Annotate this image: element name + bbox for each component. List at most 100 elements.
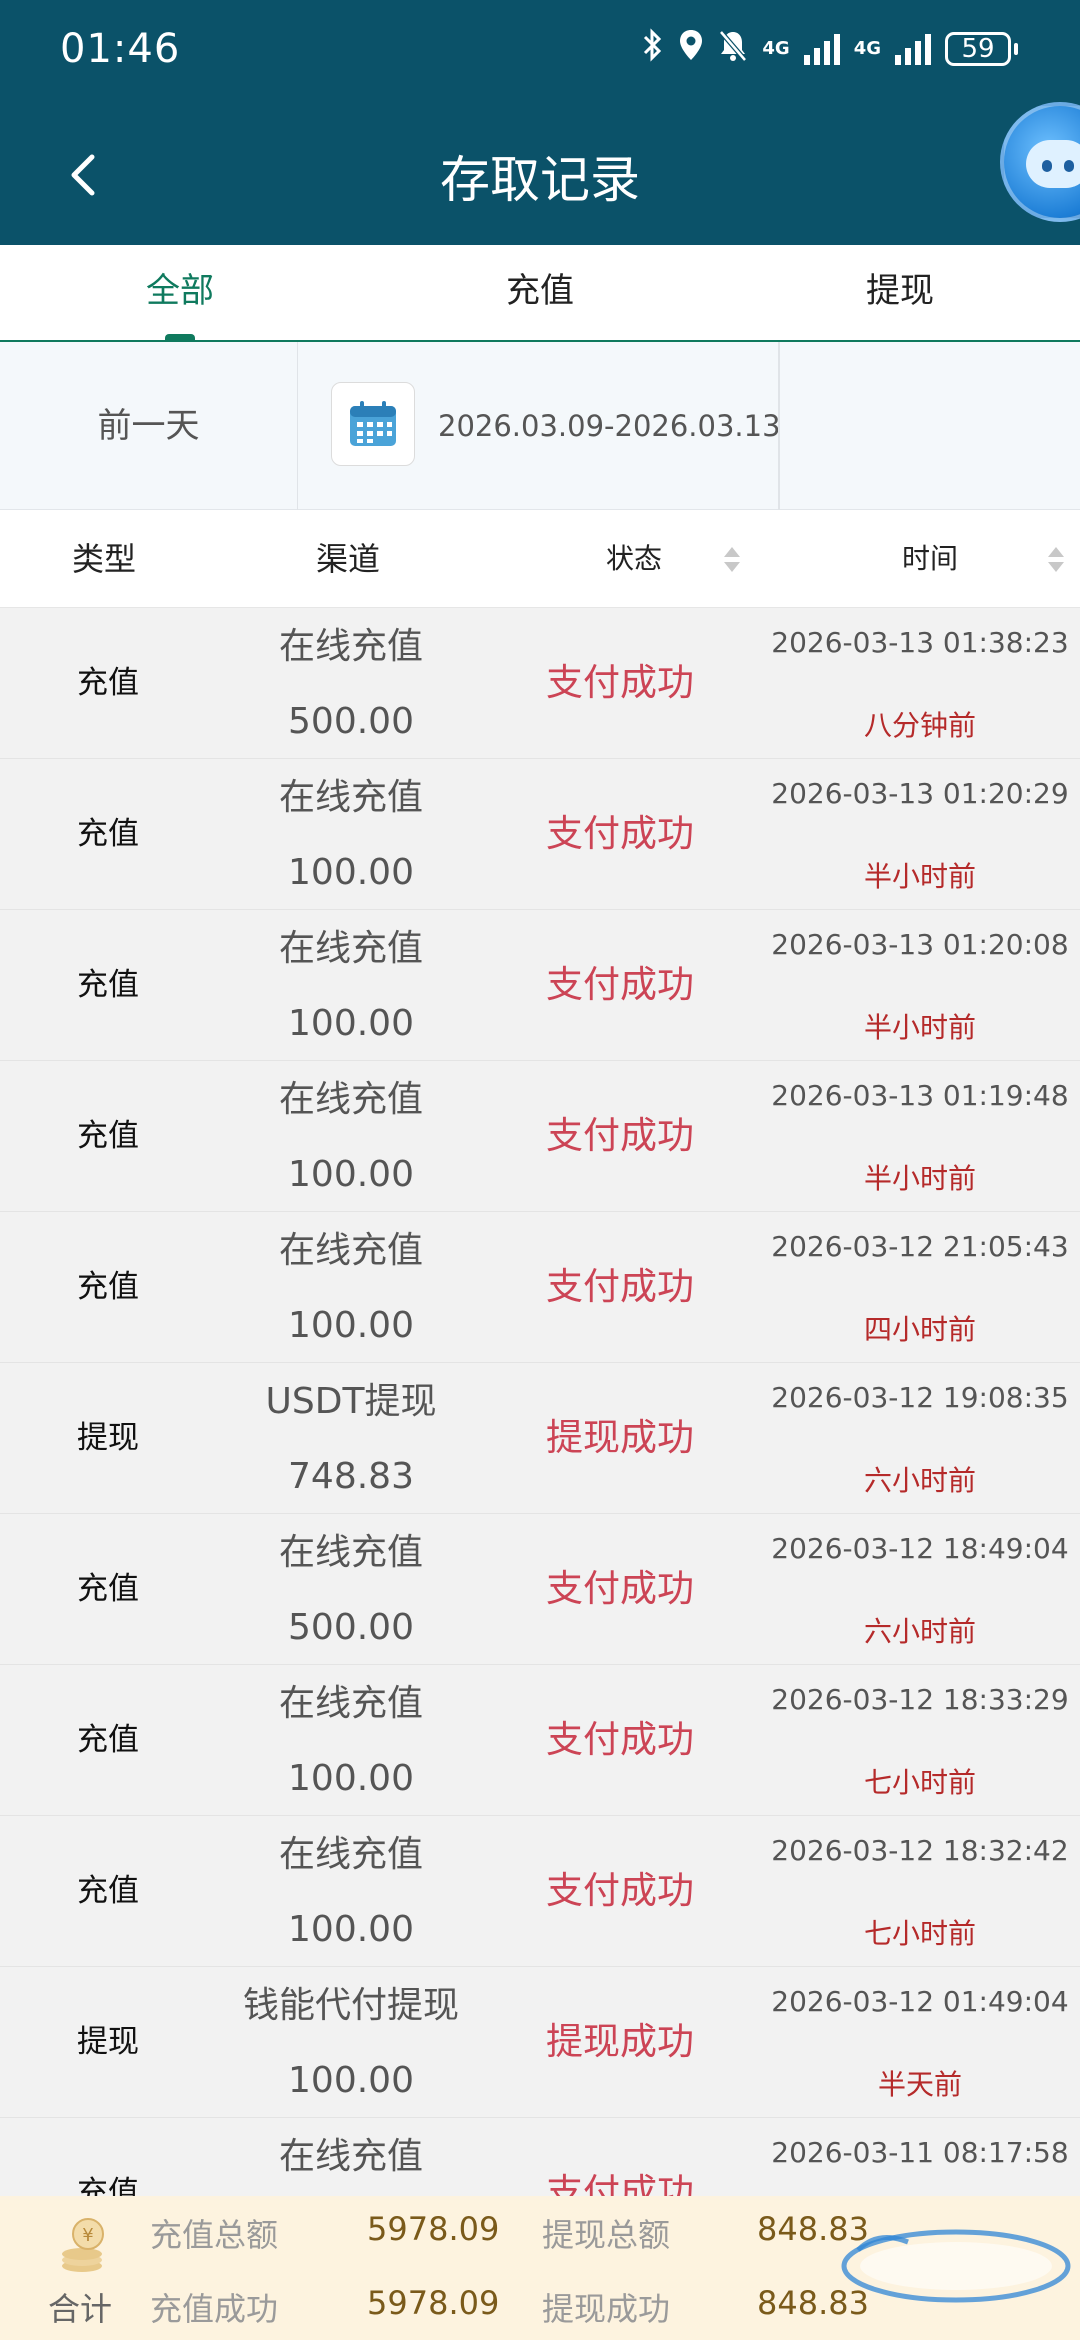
withdraw-total-label: 提现总额 xyxy=(542,2216,671,2254)
row-type: 提现 xyxy=(77,2024,139,2060)
calendar-button[interactable] xyxy=(331,382,415,466)
prev-day-button[interactable]: 前一天 xyxy=(0,342,298,510)
row-amount: 100.00 xyxy=(288,852,414,893)
network-type-2: 4G xyxy=(853,37,881,59)
status-time: 01:46 xyxy=(60,26,181,72)
row-type: 提现 xyxy=(77,1420,139,1456)
row-relative-time: 半小时前 xyxy=(863,1011,976,1044)
coins-icon: ¥ xyxy=(62,2218,104,2272)
column-channel: 渠道 xyxy=(316,540,381,578)
row-channel: 在线充值 xyxy=(278,1834,423,1875)
watermark-logo xyxy=(841,2229,1071,2303)
row-relative-time: 四小时前 xyxy=(863,1313,976,1346)
row-status: 支付成功 xyxy=(546,661,694,704)
filter-divider xyxy=(778,342,780,510)
row-status: 支付成功 xyxy=(546,963,694,1006)
location-icon xyxy=(678,28,704,69)
row-relative-time: 六小时前 xyxy=(863,1464,976,1497)
row-relative-time: 七小时前 xyxy=(863,1766,976,1799)
row-type: 充值 xyxy=(77,1118,139,1154)
column-type: 类型 xyxy=(72,540,137,578)
row-channel: 在线充值 xyxy=(278,928,423,969)
row-time: 2026-03-12 18:49:04 xyxy=(771,1532,1069,1565)
table-row[interactable]: 充值 在线充值 100.00 支付成功 2026-03-13 01:19:48 半小时前 xyxy=(0,1061,1080,1212)
svg-text:¥: ¥ xyxy=(82,2225,93,2246)
row-relative-time: 半小时前 xyxy=(863,1162,976,1195)
withdraw-success-label: 提现成功 xyxy=(542,2290,671,2328)
row-amount: 100.00 xyxy=(288,1305,414,1346)
row-relative-time: 八分钟前 xyxy=(863,709,976,742)
table-row[interactable]: 提现 钱能代付提现 100.00 提现成功 2026-03-12 01:49:04 半天前 xyxy=(0,1967,1080,2118)
row-time: 2026-03-12 18:33:29 xyxy=(771,1683,1069,1716)
column-time[interactable]: 时间 xyxy=(902,510,958,608)
date-filter: 前一天 2026.03.09-2026.03.13 xyxy=(0,342,1080,510)
row-amount: 500.00 xyxy=(288,701,414,742)
row-relative-time: 半小时前 xyxy=(863,860,976,893)
deposit-success-value: 5978.09 xyxy=(367,2284,500,2322)
time-sort-icon[interactable] xyxy=(1048,547,1064,573)
row-time: 2026-03-13 01:20:08 xyxy=(771,928,1069,961)
row-amount: 100.00 xyxy=(288,1154,414,1195)
tab-all[interactable]: 全部 xyxy=(0,245,360,342)
row-status: 支付成功 xyxy=(546,812,694,855)
calendar-icon xyxy=(350,401,396,446)
records-list: 充值 在线充值 500.00 支付成功 2026-03-13 01:38:23 八分钟前充… xyxy=(0,608,1080,2269)
tab-withdraw[interactable]: 提现 xyxy=(720,245,1080,340)
table-row[interactable]: 提现 USDT提现 748.83 提现成功 2026-03-12 19:08:35 六小时… xyxy=(0,1363,1080,1514)
row-type: 充值 xyxy=(77,1571,139,1607)
page-title: 存取记录 xyxy=(440,151,640,209)
row-relative-time: 七小时前 xyxy=(863,1917,976,1950)
table-row[interactable]: 充值 在线充值 100.00 支付成功 2026-03-12 18:32:42 七小时前 xyxy=(0,1816,1080,1967)
row-time: 2026-03-12 01:49:04 xyxy=(771,1985,1069,2018)
row-channel: 在线充值 xyxy=(278,1683,423,1724)
row-channel: 在线充值 xyxy=(278,1532,423,1573)
row-type: 充值 xyxy=(77,967,139,1003)
battery-icon: 59 xyxy=(945,31,1018,66)
row-type: 充值 xyxy=(77,1269,139,1305)
network-type-1: 4G xyxy=(762,37,790,59)
row-status: 提现成功 xyxy=(546,2020,694,2063)
row-status: 支付成功 xyxy=(546,1265,694,1308)
table-row[interactable]: 充值 在线充值 100.00 支付成功 2026-03-13 01:20:29 半小时前 xyxy=(0,759,1080,910)
table-row[interactable]: 充值 在线充值 100.00 支付成功 2026-03-12 18:33:29 七小时前 xyxy=(0,1665,1080,1816)
date-range-text[interactable]: 2026.03.09-2026.03.13 xyxy=(438,342,781,510)
tab-bar: 全部 充值 提现 xyxy=(0,245,1080,342)
row-channel: 在线充值 xyxy=(278,1079,423,1120)
table-row[interactable]: 充值 在线充值 100.00 支付成功 2026-03-13 01:20:08 半小时前 xyxy=(0,910,1080,1061)
row-channel: 在线充值 xyxy=(278,777,423,818)
tab-deposit[interactable]: 充值 xyxy=(360,245,720,340)
table-row[interactable]: 充值 在线充值 500.00 支付成功 2026-03-13 01:38:23 八分钟前 xyxy=(0,608,1080,759)
row-status: 支付成功 xyxy=(546,1567,694,1610)
row-time: 2026-03-13 01:20:29 xyxy=(771,777,1069,810)
signal-icon xyxy=(803,33,840,65)
row-time: 2026-03-13 01:38:23 xyxy=(771,626,1069,659)
row-amount: 100.00 xyxy=(288,1909,414,1950)
row-channel: 钱能代付提现 xyxy=(242,1985,459,2026)
row-status: 支付成功 xyxy=(546,1718,694,1761)
table-row[interactable]: 充值 在线充值 500.00 支付成功 2026-03-12 18:49:04 六小时前 xyxy=(0,1514,1080,1665)
app-header: 01:46 4G 4G 59 存取记录 xyxy=(0,0,1080,245)
row-relative-time: 六小时前 xyxy=(863,1615,976,1648)
bluetooth-icon xyxy=(642,28,664,69)
total-label: 合计 xyxy=(48,2290,113,2328)
status-bar: 01:46 4G 4G 59 xyxy=(0,0,1080,100)
row-channel: 在线充值 xyxy=(278,626,423,667)
column-status[interactable]: 状态 xyxy=(606,510,662,608)
row-time: 2026-03-12 21:05:43 xyxy=(771,1230,1069,1263)
signal-icon xyxy=(895,33,931,65)
mute-bell-icon xyxy=(718,28,748,69)
row-time: 2026-03-12 18:32:42 xyxy=(771,1834,1069,1867)
row-relative-time: 半天前 xyxy=(877,2068,962,2101)
row-channel: 在线充值 xyxy=(278,2136,423,2177)
row-channel: USDT提现 xyxy=(265,1381,437,1422)
table-header: 类型 渠道 状态 时间 xyxy=(0,510,1080,608)
status-icons: 4G 4G 59 xyxy=(642,28,1018,69)
row-type: 充值 xyxy=(77,1722,139,1758)
row-type: 充值 xyxy=(77,816,139,852)
row-amount: 100.00 xyxy=(288,2060,414,2101)
table-row[interactable]: 充值 在线充值 100.00 支付成功 2026-03-12 21:05:43 四小时前 xyxy=(0,1212,1080,1363)
status-sort-icon[interactable] xyxy=(724,547,740,573)
row-status: 支付成功 xyxy=(546,1869,694,1912)
row-amount: 500.00 xyxy=(288,1607,414,1648)
deposit-total-value: 5978.09 xyxy=(367,2210,500,2248)
